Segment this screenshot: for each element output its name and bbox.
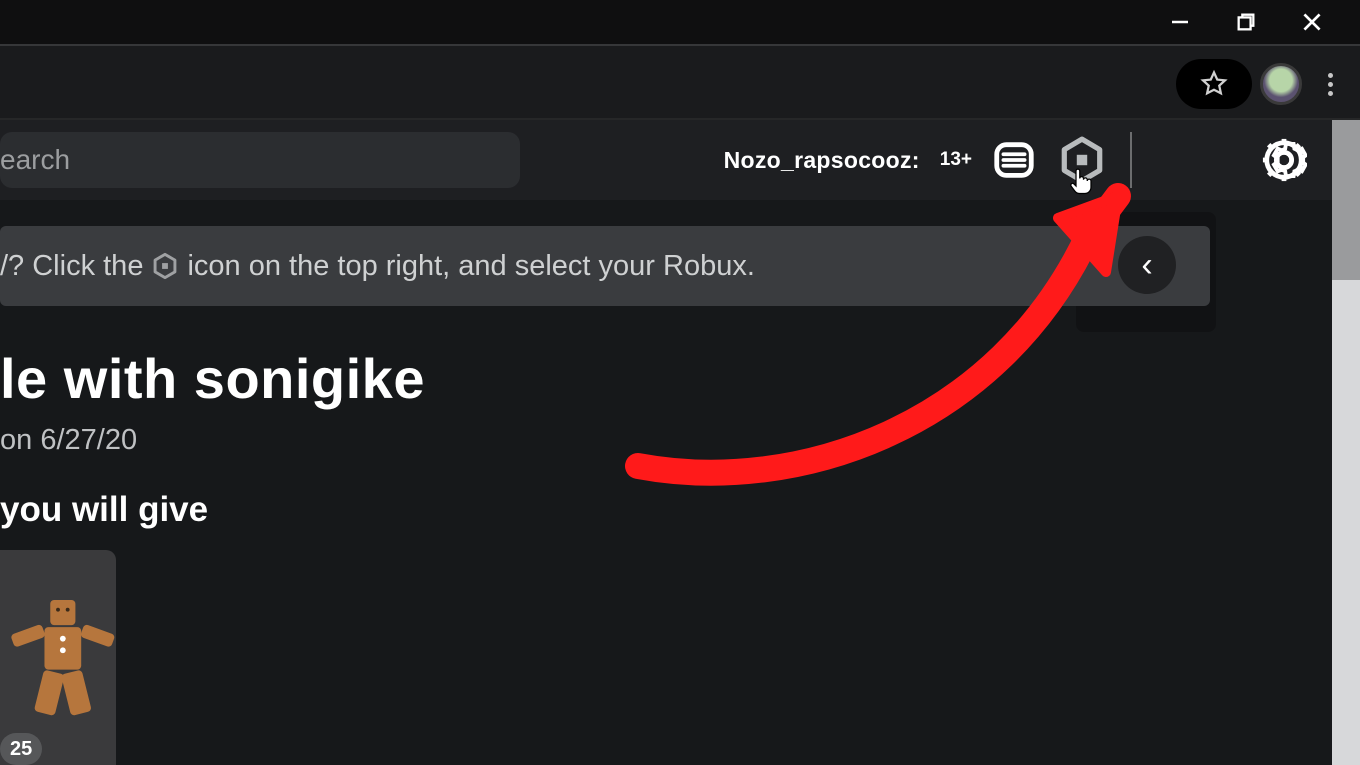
vertical-scrollbar[interactable] (1332, 120, 1360, 765)
collapse-chevron-button[interactable]: ‹ (1118, 236, 1176, 294)
trade-item-card[interactable]: 25 (0, 550, 116, 765)
browser-menu-button[interactable] (1318, 73, 1342, 96)
cursor-icon (1066, 166, 1096, 196)
banner-text-prefix: /? Click the (0, 250, 143, 283)
app-topbar: Nozo_rapsocooz: 13+ (0, 120, 1332, 200)
minimize-icon (1168, 10, 1192, 34)
messages-icon (991, 137, 1037, 183)
gear-icon (1261, 137, 1307, 183)
trade-expires: on 6/27/20 (0, 424, 137, 457)
browser-toolbar (0, 44, 1360, 120)
banner-text-suffix: icon on the top right, and select your R… (187, 250, 754, 283)
age-badge: 13+ (940, 149, 972, 171)
divider (1130, 132, 1132, 188)
search-input[interactable] (0, 143, 512, 177)
messages-button[interactable] (988, 134, 1040, 186)
browser-profile-avatar[interactable] (1260, 63, 1302, 105)
window-close-button[interactable] (1290, 0, 1334, 44)
chevron-left-icon: ‹ (1141, 246, 1152, 285)
maximize-icon (1235, 11, 1257, 33)
settings-button[interactable] (1258, 134, 1310, 186)
window-titlebar (0, 0, 1360, 44)
item-qty-badge: 25 (0, 733, 42, 765)
username-label: Nozo_rapsocooz: (724, 147, 920, 174)
app-topbar-right: Nozo_rapsocooz: 13+ (724, 120, 1332, 200)
robux-hint-banner: /? Click the icon on the top right, and … (0, 226, 1210, 306)
robux-button[interactable] (1056, 134, 1108, 186)
search-field-wrap[interactable] (0, 132, 520, 188)
scrollbar-thumb[interactable] (1332, 120, 1360, 280)
window-minimize-button[interactable] (1158, 0, 1202, 44)
close-icon (1299, 9, 1325, 35)
star-icon (1199, 69, 1229, 99)
items-you-give-heading: you will give (0, 490, 208, 530)
trade-title: le with sonigike (0, 346, 425, 411)
bookmark-button[interactable] (1176, 59, 1252, 109)
window-maximize-button[interactable] (1224, 0, 1268, 44)
robux-hex-icon (151, 252, 179, 280)
